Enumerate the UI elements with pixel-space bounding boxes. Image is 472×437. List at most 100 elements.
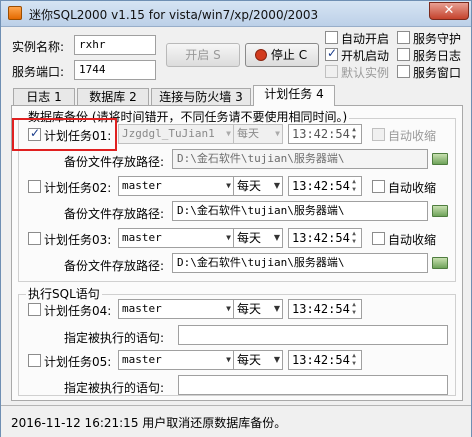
main-window: 迷你SQL2000 v1.15 for vista/win7/xp/2000/2…: [0, 0, 472, 437]
chevron-down-icon: ▼: [275, 129, 280, 138]
default-instance-checkbox[interactable]: [325, 65, 338, 78]
task04-database-value: master: [122, 302, 162, 315]
task02-frequency-select[interactable]: 每天 ▼: [233, 176, 283, 196]
task03-label: 计划任务03:: [44, 233, 112, 247]
close-button[interactable]: ✕: [429, 2, 469, 20]
instance-label: 实例名称:: [12, 40, 65, 54]
task02-path-input[interactable]: D:\金石软件\tujian\服务器端\: [172, 201, 428, 221]
chevron-down-icon: ▼: [273, 355, 280, 364]
task04-frequency-value: 每天: [237, 302, 262, 316]
task02-checkbox[interactable]: [28, 180, 41, 193]
tab-database[interactable]: 数据库 2: [77, 88, 149, 106]
spin-down-icon[interactable]: ▼: [348, 186, 360, 194]
status-bar: 2016-11-12 16:21:15 用户取消还原数据库备份。: [1, 405, 471, 437]
task05-database-select[interactable]: master ▼: [118, 350, 234, 370]
task03-frequency-select[interactable]: 每天 ▼: [233, 228, 283, 248]
spin-down-icon[interactable]: ▼: [348, 309, 360, 317]
start-button[interactable]: 开启 S: [166, 43, 240, 67]
task05-time-spinner[interactable]: 13:42:54 ▲ ▼: [288, 350, 362, 370]
task01-frequency-value: 每天: [237, 127, 259, 140]
task04-statement-label: 指定被执行的语句:: [64, 331, 165, 345]
status-text: 2016-11-12 16:21:15 用户取消还原数据库备份。: [11, 416, 287, 430]
task02-auto-compress-label: 自动收缩: [388, 181, 437, 195]
chevron-down-icon: ▼: [226, 233, 231, 242]
task05-label: 计划任务05:: [44, 355, 112, 369]
auto-start-label: 自动开启: [341, 32, 390, 46]
service-window-checkbox[interactable]: [397, 65, 410, 78]
task04-frequency-select[interactable]: 每天 ▼: [233, 299, 283, 319]
folder-icon[interactable]: [432, 257, 448, 269]
service-guard-checkbox[interactable]: [397, 31, 410, 44]
task01-database-value: Jzgdgl_TuJian1: [122, 127, 215, 140]
task01-path-label: 备份文件存放路径:: [64, 155, 165, 169]
task03-time-spinner[interactable]: 13:42:54 ▲ ▼: [288, 228, 362, 248]
task03-auto-compress-checkbox[interactable]: [372, 232, 385, 245]
task03-path-input[interactable]: D:\金石软件\tujian\服务器端\: [172, 253, 428, 273]
port-input[interactable]: 1744: [74, 60, 156, 80]
task05-time-value: 13:42:54: [292, 353, 350, 367]
task04-label: 计划任务04:: [44, 304, 112, 318]
spin-down-icon[interactable]: ▼: [348, 134, 360, 142]
task05-statement-input[interactable]: [178, 375, 448, 395]
instance-input[interactable]: rxhr: [74, 35, 156, 55]
spin-up-icon[interactable]: ▲: [348, 301, 360, 309]
tab-log[interactable]: 日志 1: [13, 88, 75, 106]
task01-auto-compress-checkbox[interactable]: [372, 128, 385, 141]
auto-start-checkbox[interactable]: [325, 31, 338, 44]
spin-up-icon[interactable]: ▲: [348, 352, 360, 360]
task03-time-value: 13:42:54: [292, 231, 350, 245]
folder-icon[interactable]: [432, 153, 448, 165]
folder-icon[interactable]: [432, 205, 448, 217]
chevron-down-icon: ▼: [226, 129, 231, 138]
stop-button[interactable]: 停止 C: [245, 43, 319, 67]
task01-path-input[interactable]: D:\金石软件\tujian\服务器端\: [172, 149, 428, 169]
task01-database-select[interactable]: Jzgdgl_TuJian1 ▼: [118, 124, 234, 144]
tab-connection-firewall[interactable]: 连接与防火墙 3: [151, 88, 251, 106]
spin-down-icon[interactable]: ▼: [348, 360, 360, 368]
task01-frequency-select[interactable]: 每天 ▼: [233, 124, 283, 144]
service-log-label: 服务日志: [413, 49, 462, 63]
spin-up-icon[interactable]: ▲: [348, 126, 360, 134]
highlight-box: [12, 118, 117, 151]
chevron-down-icon: ▼: [226, 181, 231, 190]
tab-scheduled-tasks[interactable]: 计划任务 4: [253, 85, 335, 106]
chevron-down-icon: ▼: [273, 304, 280, 313]
task03-auto-compress-label: 自动收缩: [388, 233, 437, 247]
task03-database-value: master: [122, 231, 162, 244]
task02-auto-compress-checkbox[interactable]: [372, 180, 385, 193]
task02-frequency-value: 每天: [237, 179, 262, 193]
task05-frequency-select[interactable]: 每天 ▼: [233, 350, 283, 370]
task04-statement-input[interactable]: [178, 325, 448, 345]
task02-time-spinner[interactable]: 13:42:54 ▲ ▼: [288, 176, 362, 196]
task03-path-label: 备份文件存放路径:: [64, 259, 165, 273]
spin-up-icon[interactable]: ▲: [348, 178, 360, 186]
service-guard-label: 服务守护: [413, 32, 462, 46]
task04-database-select[interactable]: master ▼: [118, 299, 234, 319]
task03-database-select[interactable]: master ▼: [118, 228, 234, 248]
task01-time-spinner[interactable]: 13:42:54 ▲ ▼: [288, 124, 362, 144]
task03-checkbox[interactable]: [28, 232, 41, 245]
task04-time-spinner[interactable]: 13:42:54 ▲ ▼: [288, 299, 362, 319]
task05-checkbox[interactable]: [28, 354, 41, 367]
task02-label: 计划任务02:: [44, 181, 112, 195]
sql-group-title: 执行SQL语句: [26, 285, 102, 302]
task05-database-value: master: [122, 353, 162, 366]
task03-frequency-value: 每天: [237, 231, 262, 245]
task05-statement-label: 指定被执行的语句:: [64, 381, 165, 395]
boot-start-checkbox[interactable]: [325, 46, 338, 61]
default-instance-label: 默认实例: [341, 66, 390, 80]
task02-database-select[interactable]: master ▼: [118, 176, 234, 196]
stop-button-label: 停止 C: [270, 48, 308, 62]
service-window-label: 服务窗口: [413, 66, 462, 80]
task02-path-label: 备份文件存放路径:: [64, 207, 165, 221]
chevron-down-icon: ▼: [226, 304, 231, 313]
service-log-checkbox[interactable]: [397, 48, 410, 61]
task04-checkbox[interactable]: [28, 303, 41, 316]
spin-down-icon[interactable]: ▼: [348, 238, 360, 246]
task02-time-value: 13:42:54: [292, 179, 350, 193]
title-bar[interactable]: 迷你SQL2000 v1.15 for vista/win7/xp/2000/2…: [1, 1, 471, 27]
spin-up-icon[interactable]: ▲: [348, 230, 360, 238]
window-title: 迷你SQL2000 v1.15 for vista/win7/xp/2000/2…: [29, 8, 319, 22]
app-icon: [8, 6, 22, 20]
task04-time-value: 13:42:54: [292, 302, 350, 316]
